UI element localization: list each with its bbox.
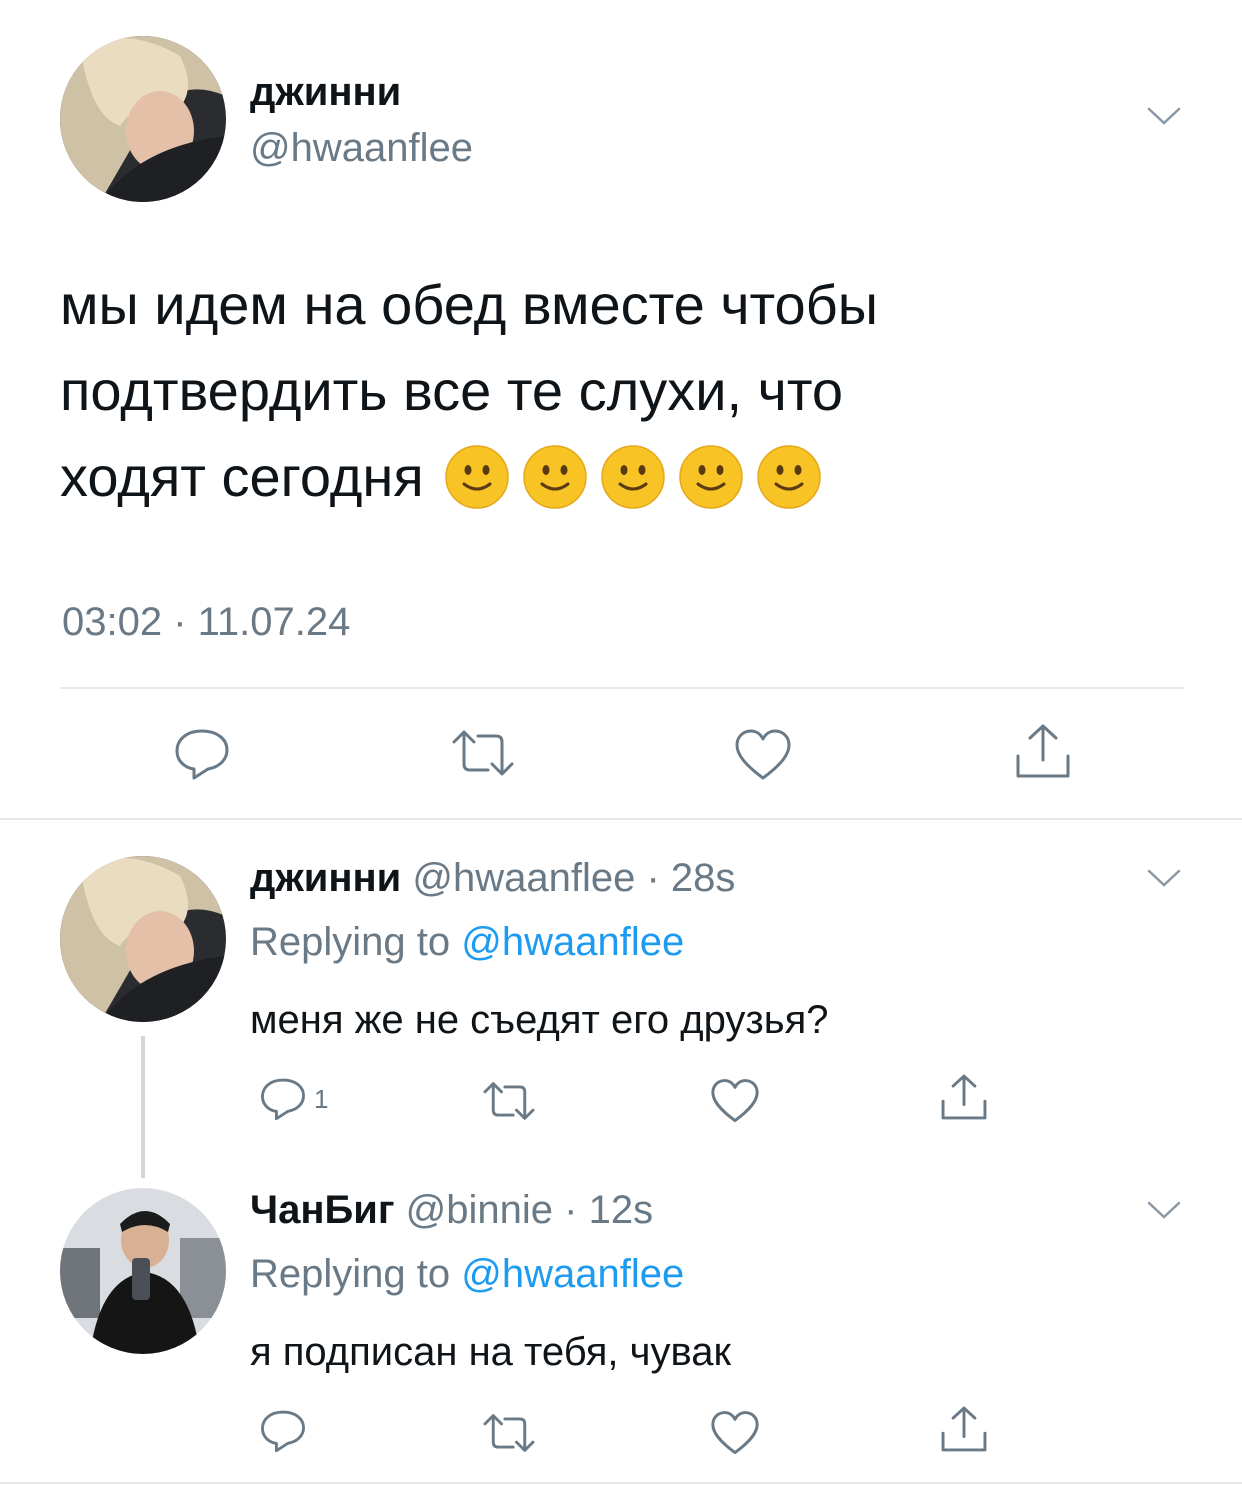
thread-divider (0, 818, 1242, 820)
share-button[interactable] (938, 1404, 990, 1454)
bottom-divider (0, 1482, 1242, 1484)
reply-time[interactable]: · 28s (646, 856, 735, 900)
reply-icon (261, 1410, 305, 1453)
like-button[interactable] (734, 728, 792, 782)
slightly-smiling-face-icon (600, 445, 665, 509)
reply-count: 1 (314, 1083, 329, 1114)
reply-author-avatar[interactable] (60, 1188, 226, 1354)
tweet-text-line: мы идем на обед вместе чтобы (60, 273, 878, 336)
more-options-chevron-icon[interactable] (1146, 1198, 1182, 1222)
replying-to-label: Replying to (250, 920, 451, 964)
main-author-name[interactable]: джинни (250, 70, 401, 115)
reply-author-handle[interactable]: @binnie (406, 1188, 553, 1232)
reply-icon (261, 1078, 305, 1121)
reply-text: меня же не съедят его друзья? (250, 998, 829, 1042)
main-author-handle[interactable]: @hwaanflee (250, 126, 473, 171)
slightly-smiling-face-icon (522, 445, 587, 509)
reply-button[interactable]: 1 (258, 1076, 328, 1122)
reply-text: я подписан на тебя, чувак (250, 1330, 732, 1374)
share-button[interactable] (1012, 722, 1074, 780)
more-options-chevron-icon[interactable] (1146, 104, 1182, 128)
reply-author-avatar[interactable] (60, 856, 226, 1022)
main-author-avatar[interactable] (60, 36, 226, 202)
tweet-text-line: подтвердить все те слухи, что (60, 359, 843, 422)
tweet-timestamp[interactable]: 03:02 · 11.07.24 (62, 600, 350, 645)
share-button[interactable] (938, 1072, 990, 1122)
slightly-smiling-face-icon (678, 445, 743, 509)
retweet-button[interactable] (480, 1080, 538, 1122)
like-button[interactable] (710, 1078, 760, 1124)
like-button[interactable] (710, 1410, 760, 1456)
stats-divider (60, 687, 1184, 689)
replying-to-line: Replying to @hwaanflee (250, 1252, 684, 1297)
share-icon (1016, 724, 1070, 778)
slightly-smiling-face-icon (756, 445, 821, 509)
heart-icon (711, 1411, 759, 1455)
reply-button[interactable] (258, 1408, 314, 1454)
reply-header: ЧанБиг @binnie · 12s (250, 1188, 653, 1233)
replying-to-label: Replying to (250, 1252, 451, 1296)
reply-author-name[interactable]: ЧанБиг (250, 1188, 395, 1232)
heart-icon (735, 729, 791, 780)
retweet-icon (483, 1414, 535, 1452)
retweet-button[interactable] (448, 728, 518, 778)
reply-author-name[interactable]: джинни (250, 856, 401, 900)
share-icon (941, 1074, 987, 1120)
tweet-text-line: ходят сегодня (60, 445, 424, 508)
replying-to-handle[interactable]: @hwaanflee (461, 920, 684, 964)
replying-to-handle[interactable]: @hwaanflee (461, 1252, 684, 1296)
reply-button[interactable] (172, 726, 232, 782)
reply-author-handle[interactable]: @hwaanflee (412, 856, 635, 900)
replying-to-line: Replying to @hwaanflee (250, 920, 684, 965)
retweet-icon (452, 730, 514, 776)
slightly-smiling-face-icon (444, 445, 509, 509)
share-icon (941, 1406, 987, 1452)
reply-header: джинни @hwaanflee · 28s (250, 856, 735, 901)
reply-time[interactable]: · 12s (564, 1188, 653, 1232)
more-options-chevron-icon[interactable] (1146, 866, 1182, 890)
reply-icon (175, 729, 229, 780)
thread-connector-line (141, 1036, 145, 1178)
retweet-button[interactable] (480, 1412, 538, 1454)
heart-icon (711, 1079, 759, 1123)
retweet-icon (483, 1082, 535, 1120)
main-tweet-text: мы идем на обед вместе чтобы подтвердить… (60, 262, 1200, 520)
emoji-row (432, 445, 822, 509)
